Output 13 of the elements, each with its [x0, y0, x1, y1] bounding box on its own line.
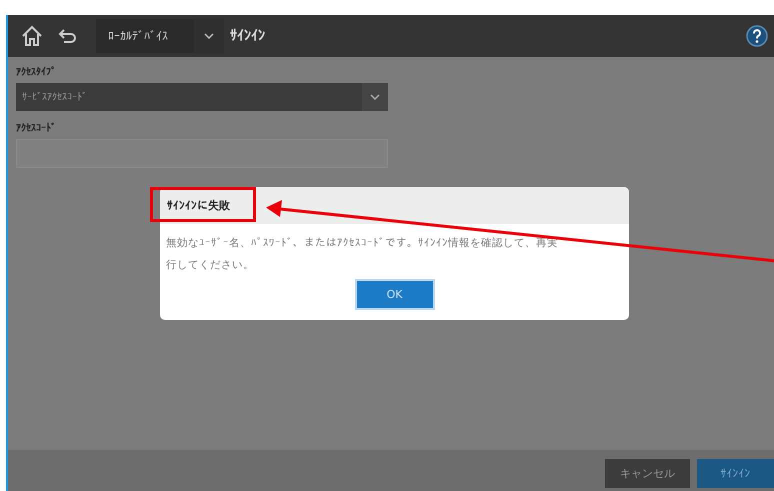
- dialog-title: ｻｲﾝｲﾝに失敗: [167, 198, 230, 213]
- back-icon[interactable]: [58, 27, 78, 45]
- field-label: ｱｸｾｽｺｰﾄﾞ: [16, 122, 57, 134]
- device-dropdown[interactable]: ﾛｰｶﾙﾃﾞﾊﾞｲｽ: [96, 19, 194, 53]
- field-label: ｱｸｾｽﾀｲﾌﾟ: [16, 66, 57, 78]
- sign-in-button[interactable]: ｻｲﾝｲﾝ: [697, 459, 774, 488]
- help-icon[interactable]: [746, 25, 768, 47]
- home-icon[interactable]: [20, 24, 44, 48]
- chevron-icon: [370, 94, 380, 100]
- cancel-button[interactable]: キャンセル: [605, 459, 690, 488]
- page-title: ｻｲﾝｲﾝ: [230, 28, 265, 44]
- ok-button[interactable]: OK: [354, 279, 434, 310]
- access-type-dropdown[interactable]: ｻｰﾋﾞｽｱｸｾｽｺｰﾄﾞ: [16, 83, 388, 111]
